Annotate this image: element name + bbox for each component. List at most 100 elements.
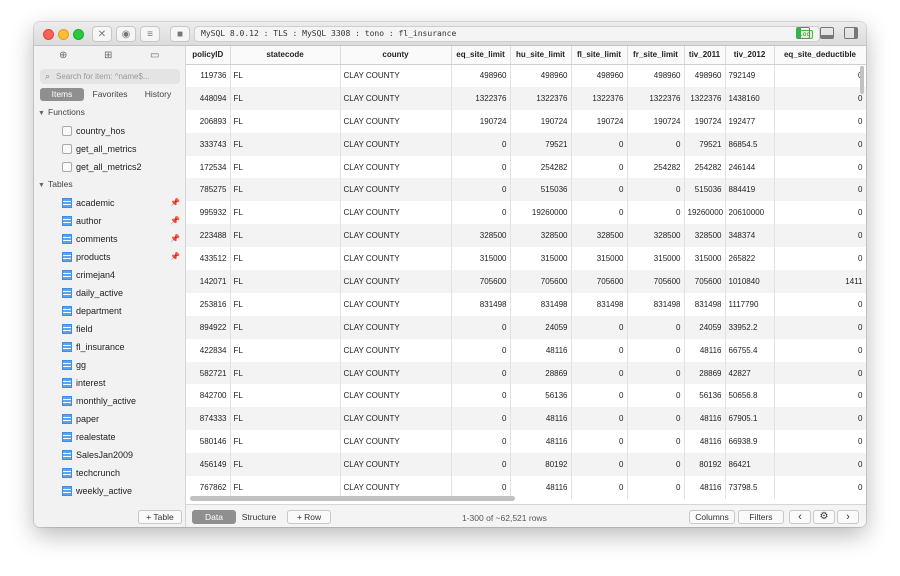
table-row[interactable]: 253816 FL CLAY COUNTY 831498 831498 831498 831… xyxy=(186,292,866,316)
table-cell[interactable]: 0 xyxy=(571,430,628,454)
table-cell[interactable]: 206893 xyxy=(186,109,231,133)
table-cell[interactable]: 831498 xyxy=(627,292,685,316)
table-cell[interactable]: 80192 xyxy=(510,453,572,477)
table-cell[interactable]: CLAY COUNTY xyxy=(340,430,452,454)
table-cell[interactable]: 792149 xyxy=(725,64,775,87)
tab-data[interactable]: Data xyxy=(192,510,236,524)
table-cell[interactable]: FL xyxy=(230,178,341,202)
table-cell[interactable]: 433512 xyxy=(186,247,231,271)
table-cell[interactable]: 0 xyxy=(774,201,866,225)
column-header-policyid[interactable]: policyID xyxy=(186,46,231,65)
table-cell[interactable]: FL xyxy=(230,201,341,225)
table-cell[interactable]: 894922 xyxy=(186,315,231,339)
table-cell[interactable]: 0 xyxy=(627,315,685,339)
table-cell[interactable]: 20610000 xyxy=(725,201,775,225)
toggle-detail-panel-icon[interactable] xyxy=(844,27,858,39)
table-cell[interactable]: 0 xyxy=(451,361,511,385)
table-cell[interactable]: 1010840 xyxy=(725,270,775,293)
table-cell[interactable]: CLAY COUNTY xyxy=(340,201,452,225)
table-row[interactable]: 785275 FL CLAY COUNTY 0 515036 0 0 515036 884419… xyxy=(186,178,866,202)
close-window-button[interactable] xyxy=(43,29,54,40)
schema-icon[interactable]: ⊞ xyxy=(104,50,112,61)
toggle-sidebar-icon[interactable] xyxy=(796,27,810,39)
table-cell[interactable]: 315000 xyxy=(451,247,511,271)
table-cell[interactable]: 995932 xyxy=(186,201,231,225)
table-cell[interactable]: 0 xyxy=(774,109,866,133)
table-cell[interactable]: 1322376 xyxy=(571,86,628,110)
table-cell[interactable]: 0 xyxy=(774,407,866,431)
table-cell[interactable]: 48116 xyxy=(684,407,726,431)
filters-button[interactable]: Filters xyxy=(738,510,784,524)
table-row[interactable]: 894922 FL CLAY COUNTY 0 24059 0 0 24059 33952.2 0 xyxy=(186,315,866,339)
list-icon[interactable]: ≡ xyxy=(140,26,160,42)
table-cell[interactable]: 0 xyxy=(571,361,628,385)
tab-items[interactable]: Items xyxy=(40,88,84,101)
table-cell[interactable]: 48116 xyxy=(684,476,726,499)
table-cell[interactable]: 19260000 xyxy=(684,201,726,225)
table-cell[interactable]: FL xyxy=(230,86,341,110)
column-header-fl-site-limit[interactable]: fl_site_limit xyxy=(571,46,628,65)
tab-structure[interactable]: Structure xyxy=(236,510,282,524)
table-cell[interactable]: 48116 xyxy=(510,476,572,499)
table-cell[interactable]: 705600 xyxy=(571,270,628,293)
table-cell[interactable]: 0 xyxy=(774,224,866,248)
table-cell[interactable]: 66938.9 xyxy=(725,430,775,454)
table-cell[interactable]: 0 xyxy=(774,476,866,499)
table-cell[interactable]: 254282 xyxy=(684,155,726,179)
table-cell[interactable]: 1322376 xyxy=(627,86,685,110)
table-cell[interactable]: CLAY COUNTY xyxy=(340,224,452,248)
table-cell[interactable]: 42827 xyxy=(725,361,775,385)
table-cell[interactable]: 1411 xyxy=(774,270,866,293)
table-cell[interactable]: 498960 xyxy=(451,64,511,87)
table-cell[interactable]: 66755.4 xyxy=(725,338,775,362)
table-cell[interactable]: 0 xyxy=(571,476,628,499)
table-cell[interactable]: 24059 xyxy=(510,315,572,339)
table-cell[interactable]: 0 xyxy=(774,315,866,339)
sidebar-item-monthly_active[interactable]: monthly_active xyxy=(62,392,184,410)
lock-icon[interactable]: ■ xyxy=(170,26,190,42)
table-cell[interactable]: FL xyxy=(230,292,341,316)
table-cell[interactable]: 0 xyxy=(571,407,628,431)
table-cell[interactable]: 142071 xyxy=(186,270,231,293)
table-cell[interactable]: 0 xyxy=(627,384,685,408)
table-cell[interactable]: 1322376 xyxy=(684,86,726,110)
table-cell[interactable]: CLAY COUNTY xyxy=(340,384,452,408)
table-cell[interactable]: 190724 xyxy=(451,109,511,133)
table-cell[interactable]: 50656.8 xyxy=(725,384,775,408)
table-cell[interactable]: 498960 xyxy=(510,64,572,87)
pin-icon[interactable]: 📌 xyxy=(170,248,180,266)
table-cell[interactable]: 223488 xyxy=(186,224,231,248)
sidebar-item-academic[interactable]: academic 📌 xyxy=(62,194,184,212)
table-cell[interactable]: 48116 xyxy=(510,338,572,362)
toggle-console-icon[interactable] xyxy=(820,27,834,39)
table-cell[interactable]: 119736 xyxy=(186,64,231,87)
table-cell[interactable]: 0 xyxy=(774,86,866,110)
column-header-tiv-2012[interactable]: tiv_2012 xyxy=(725,46,775,65)
sidebar-item-gg[interactable]: gg xyxy=(62,356,184,374)
table-cell[interactable]: FL xyxy=(230,384,341,408)
table-cell[interactable]: 0 xyxy=(451,407,511,431)
table-row[interactable]: 422834 FL CLAY COUNTY 0 48116 0 0 48116 66755.4 0 xyxy=(186,338,866,362)
table-row[interactable]: 874333 FL CLAY COUNTY 0 48116 0 0 48116 67905.1 0 xyxy=(186,407,866,431)
column-header-county[interactable]: county xyxy=(340,46,452,65)
table-cell[interactable]: 67905.1 xyxy=(725,407,775,431)
table-cell[interactable]: FL xyxy=(230,361,341,385)
table-row[interactable]: 119736 FL CLAY COUNTY 498960 498960 498960 498… xyxy=(186,64,866,87)
sidebar-item-salesjan2009[interactable]: SalesJan2009 xyxy=(62,446,184,464)
column-header-statecode[interactable]: statecode xyxy=(230,46,341,65)
table-cell[interactable]: 0 xyxy=(774,178,866,202)
stop-icon[interactable]: ✕ xyxy=(92,26,112,42)
table-cell[interactable]: 190724 xyxy=(510,109,572,133)
table-cell[interactable]: 328500 xyxy=(451,224,511,248)
table-cell[interactable]: 28869 xyxy=(684,361,726,385)
table-cell[interactable]: FL xyxy=(230,109,341,133)
table-cell[interactable]: FL xyxy=(230,407,341,431)
pin-icon[interactable]: 📌 xyxy=(170,194,180,212)
table-cell[interactable]: FL xyxy=(230,224,341,248)
horizontal-scrollbar[interactable] xyxy=(190,496,515,501)
table-cell[interactable]: 456149 xyxy=(186,453,231,477)
table-cell[interactable]: 265822 xyxy=(725,247,775,271)
table-cell[interactable]: 0 xyxy=(451,453,511,477)
table-cell[interactable]: 48116 xyxy=(510,407,572,431)
table-row[interactable]: 142071 FL CLAY COUNTY 705600 705600 705600 705… xyxy=(186,270,866,293)
